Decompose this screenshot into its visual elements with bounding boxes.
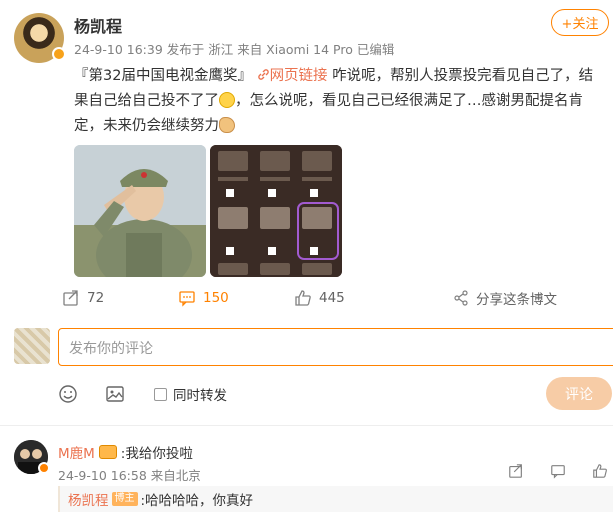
vote-list-screenshot[interactable] xyxy=(210,145,342,277)
sub-reply: 杨凯程 博主 :哈哈哈哈，你真好 xyxy=(58,486,613,512)
repost-icon xyxy=(63,290,78,306)
author-badge: 博主 xyxy=(111,492,138,506)
repost-option[interactable]: 同时转发 xyxy=(154,384,227,404)
submit-comment-button[interactable]: 评论 xyxy=(546,377,612,410)
commenter-verified-icon xyxy=(38,462,50,474)
comment-meta: 24-9-10 16:58 来自北京 xyxy=(58,468,201,483)
emoji-button[interactable] xyxy=(58,384,78,408)
repost-checkbox[interactable] xyxy=(154,387,167,401)
web-link-label: 网页链接 xyxy=(269,68,328,84)
image-icon xyxy=(106,386,124,402)
reply-text: :哈哈哈哈，你真好 xyxy=(140,493,254,509)
repost-action[interactable]: 72 xyxy=(62,288,104,308)
like-action[interactable]: 445 xyxy=(294,288,345,308)
my-avatar xyxy=(14,328,50,364)
commenter-name[interactable]: M鹿M xyxy=(58,442,95,462)
repost-count: 72 xyxy=(87,290,105,306)
post-text: 『第32届中国电视金鹰奖』 网页链接 咋说呢，帮别人投票投完看见自己了，结果自己… xyxy=(74,64,604,139)
like-count: 445 xyxy=(319,290,345,306)
post-meta: 24-9-10 16:39 发布于 浙江 来自 Xiaomi 14 Pro 已编… xyxy=(74,42,395,57)
laugh-emoji xyxy=(219,92,235,108)
comment-head: M鹿M :我给你投啦 xyxy=(58,442,193,462)
comment-action[interactable]: 150 xyxy=(178,288,229,308)
reply-author[interactable]: 杨凯程 xyxy=(68,489,109,509)
link-icon xyxy=(257,69,269,80)
repost-option-label: 同时转发 xyxy=(173,388,227,404)
like-icon xyxy=(295,290,311,306)
image-button[interactable] xyxy=(105,384,125,408)
verified-icon xyxy=(52,47,66,61)
topic-text[interactable]: 『第32届中国电视金鹰奖』 xyxy=(74,68,252,84)
share-action[interactable]: 分享这条博文 xyxy=(453,288,557,308)
follow-button[interactable]: +关注 xyxy=(551,9,609,36)
crown-emoji xyxy=(98,445,117,459)
share-label: 分享这条博文 xyxy=(476,292,557,308)
flex-emoji xyxy=(219,117,235,133)
share-icon xyxy=(454,290,468,306)
comment-input[interactable]: 发布你的评论 xyxy=(58,328,613,366)
salute-photo[interactable] xyxy=(74,145,206,277)
comment-like-icon[interactable] xyxy=(592,463,608,479)
comment-actions: 304 xyxy=(508,463,613,479)
author-name[interactable]: 杨凯程 xyxy=(74,13,122,37)
comment-repost-icon[interactable] xyxy=(508,463,524,479)
comment-text: :我给你投啦 xyxy=(120,446,193,462)
comment-reply-icon[interactable] xyxy=(550,463,566,479)
emoji-icon xyxy=(59,385,77,403)
comment-icon xyxy=(179,291,195,307)
divider xyxy=(0,425,613,426)
web-link[interactable]: 网页链接 xyxy=(257,68,328,84)
comment-count: 150 xyxy=(203,290,229,306)
